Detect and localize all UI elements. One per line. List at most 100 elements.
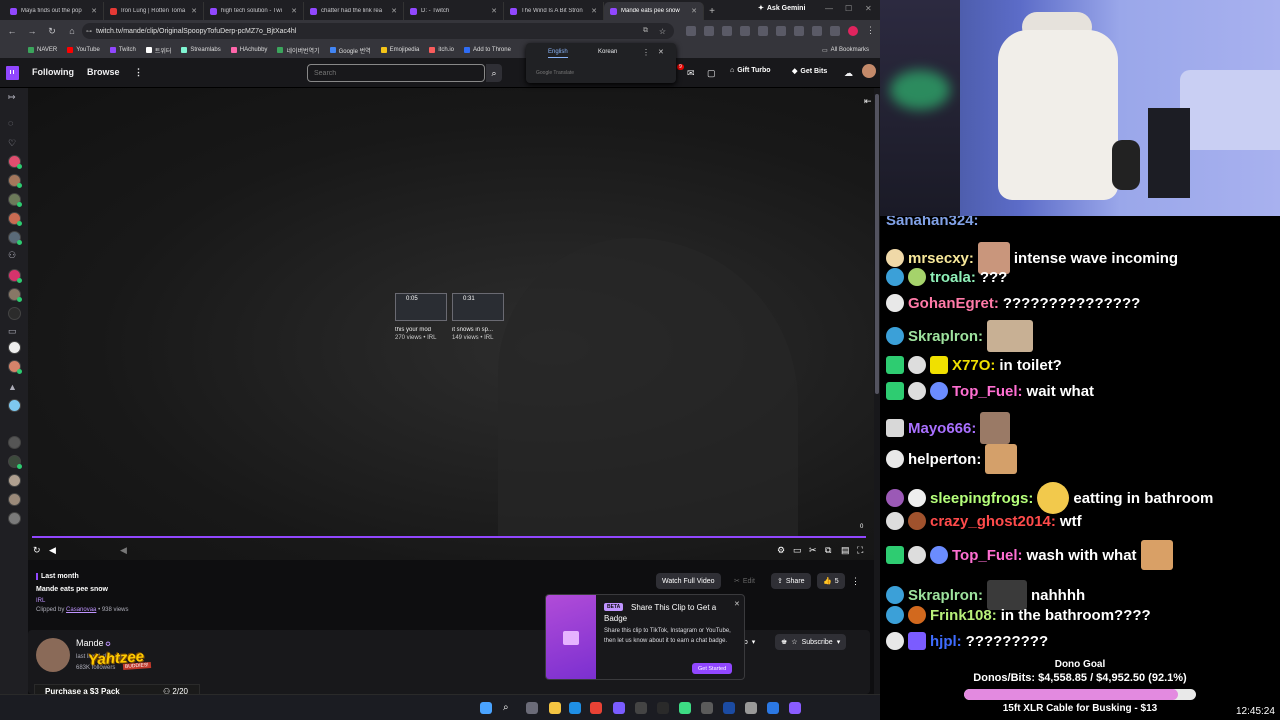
search-input[interactable] (307, 64, 485, 82)
channel-name-row[interactable]: Mande ✪ (76, 638, 111, 648)
extension-icon[interactable] (740, 26, 750, 36)
extension-icon[interactable] (704, 26, 714, 36)
scrollbar-thumb[interactable] (875, 94, 879, 394)
close-window-icon[interactable]: ✕ (865, 4, 872, 13)
video-progress-bar[interactable] (32, 536, 866, 538)
bookmark-star-icon[interactable]: ☆ (659, 27, 666, 36)
back-icon[interactable]: ← (6, 26, 18, 36)
user-avatar[interactable] (862, 64, 876, 78)
followed-channel-avatar[interactable] (8, 212, 22, 226)
clip-category-link[interactable]: IRL (36, 598, 129, 604)
browser-tab[interactable]: The Wind Is A Bit Stron ✕ (504, 2, 604, 20)
fullscreen-mode-icon[interactable]: ▤ (841, 545, 850, 556)
recommended-channel-avatar[interactable] (8, 341, 21, 354)
get-bits-button[interactable]: ◆ Get Bits (792, 67, 827, 76)
extension-icon[interactable] (794, 26, 804, 36)
mute-icon[interactable]: ◀ (120, 545, 127, 556)
new-tab-icon[interactable]: + (704, 2, 720, 20)
close-tab-icon[interactable]: ✕ (391, 7, 397, 15)
edge-icon[interactable] (569, 702, 581, 714)
twitch-logo-icon[interactable] (6, 66, 19, 80)
more-icon[interactable]: ⋮ (134, 67, 143, 78)
bookmark-item[interactable]: itch.io (429, 47, 454, 53)
like-button[interactable]: 👍 5 (817, 573, 845, 589)
app-icon[interactable] (767, 702, 779, 714)
theatre-mode-icon[interactable]: ▭ (793, 545, 802, 556)
app-icon[interactable] (789, 702, 801, 714)
recommended-channel-avatar[interactable] (8, 269, 22, 283)
ask-gemini-button[interactable]: ✦ Ask Gemini (758, 4, 805, 13)
minimize-icon[interactable]: — (825, 4, 833, 13)
app-icon[interactable] (701, 702, 713, 714)
bookmark-item[interactable]: 트위터 (145, 46, 171, 55)
app-icon[interactable] (613, 702, 625, 714)
translate-english-tab[interactable]: English (548, 49, 568, 58)
clipper-link[interactable]: Casanovaa (66, 607, 96, 613)
bookmark-item[interactable]: Google 번역 (329, 46, 371, 55)
browser-tab[interactable]: Maya finds out the pop ✕ (4, 2, 104, 20)
maximize-icon[interactable]: ☐ (845, 4, 852, 13)
extension-icon[interactable] (686, 26, 696, 36)
share-button[interactable]: ⇪ Share (771, 573, 811, 589)
bookmark-item[interactable]: Streamlabs (181, 47, 221, 53)
edit-button[interactable]: ✂ Edit (728, 573, 761, 589)
recommended-channel-avatar[interactable] (8, 399, 21, 412)
pip-icon[interactable]: ⧉ (825, 545, 831, 556)
profile-icon[interactable] (848, 26, 858, 36)
close-icon[interactable]: ✕ (734, 600, 740, 608)
bookmark-item[interactable]: YouTube (67, 47, 100, 53)
recommended-channel-avatar[interactable] (8, 360, 22, 374)
search-icon[interactable]: ⌕ (486, 64, 502, 82)
obs-icon[interactable] (635, 702, 647, 714)
recommended-channel-avatar[interactable] (8, 436, 21, 449)
close-tab-icon[interactable]: ✕ (291, 7, 297, 15)
clip-icon[interactable]: ✂ (809, 545, 817, 556)
steam-icon[interactable] (723, 702, 735, 714)
browser-tab[interactable]: high tech solution - Twi ✕ (204, 2, 304, 20)
get-started-button[interactable]: Get Started (692, 663, 733, 674)
crown-icon[interactable]: ☁ (844, 68, 853, 79)
windows-start-icon[interactable] (480, 702, 492, 714)
close-tab-icon[interactable]: ✕ (91, 7, 97, 15)
bookmark-item[interactable]: Twitch (109, 47, 136, 53)
expand-sidebar-icon[interactable]: ↦ (8, 92, 16, 103)
app-icon[interactable] (679, 702, 691, 714)
translate-korean-tab[interactable]: Korean (598, 49, 617, 55)
followed-channel-avatar[interactable] (8, 231, 22, 245)
nav-following[interactable]: Following (32, 67, 74, 77)
url-field[interactable]: ⊶ twitch.tv/mande/clip/OriginalSpoopyTof… (82, 23, 674, 39)
extension-icon[interactable] (776, 26, 786, 36)
file-explorer-icon[interactable] (549, 702, 561, 714)
browser-tab[interactable]: chatter had the link rea ✕ (304, 2, 404, 20)
subscribe-button[interactable]: ♚ ☆ Subscribe ▾ (775, 634, 847, 650)
recommended-channel-avatar[interactable] (8, 474, 21, 487)
followed-channel-avatar[interactable] (8, 174, 22, 188)
taskbar-search-icon[interactable]: ⌕ (503, 702, 515, 714)
browser-tab[interactable]: Iron Lung | Rotten Toma ✕ (104, 2, 204, 20)
nav-browse[interactable]: Browse (87, 67, 120, 77)
more-options-icon[interactable]: ⋮ (851, 576, 860, 587)
browser-tab[interactable]: D: - Twitch ✕ (404, 2, 504, 20)
extension-icon[interactable] (758, 26, 768, 36)
translate-options-icon[interactable]: ⋮ (642, 48, 650, 57)
recommended-channel-avatar[interactable] (8, 512, 21, 525)
followed-channel-avatar[interactable] (8, 193, 22, 207)
browser-tab-active[interactable]: Mande eats pee snow ✕ (604, 2, 704, 20)
volume-icon[interactable]: ◀ (49, 545, 56, 556)
bookmark-item[interactable]: Add to Throne (464, 47, 511, 53)
reload-icon[interactable]: ↻ (46, 26, 58, 37)
recommended-channel-avatar[interactable] (8, 307, 21, 320)
translate-icon[interactable]: ⧉ (643, 27, 648, 35)
app-icon[interactable] (657, 702, 669, 714)
recommended-channel-avatar[interactable] (8, 455, 22, 469)
chrome-icon[interactable] (590, 702, 602, 714)
replay-icon[interactable]: ↻ (33, 545, 41, 556)
extension-icon[interactable] (722, 26, 732, 36)
recommended-channel-avatar[interactable] (8, 493, 21, 506)
whispers-icon[interactable]: ▢ (707, 68, 716, 79)
extension-icon[interactable] (830, 26, 840, 36)
close-tab-icon[interactable]: ✕ (591, 7, 597, 15)
task-view-icon[interactable] (526, 702, 538, 714)
all-bookmarks-button[interactable]: ▭ All Bookmarks (822, 47, 869, 54)
video-player[interactable]: ⇤ 0:05 this your mod 270 views • IRL 0:3… (28, 88, 874, 560)
